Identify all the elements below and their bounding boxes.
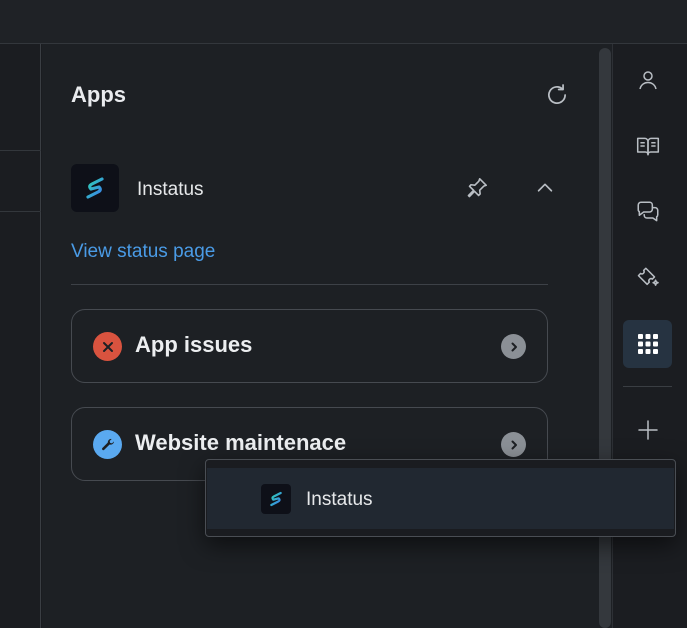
view-status-page-link[interactable]: View status page — [71, 241, 215, 263]
scrollbar-thumb[interactable] — [599, 48, 611, 628]
app-dropdown-menu: Instatus — [205, 459, 676, 537]
chat-icon — [636, 201, 659, 222]
refresh-icon — [548, 84, 566, 104]
menu-item-label: Instatus — [306, 489, 373, 510]
book-icon — [636, 137, 659, 156]
rail-user-button[interactable] — [623, 56, 672, 104]
status-card-label: Website maintenace — [135, 430, 347, 455]
ticket-icon — [637, 267, 659, 286]
rail-chat-button[interactable] — [623, 188, 672, 236]
collapse-button[interactable] — [529, 172, 561, 204]
close-icon — [102, 341, 113, 352]
status-card-app-issues[interactable]: App issues — [71, 309, 548, 383]
top-bar — [0, 0, 687, 44]
left-sidebar-edge — [0, 44, 41, 628]
instatus-logo-icon — [71, 164, 119, 212]
refresh-button[interactable] — [542, 80, 572, 110]
maintenance-status-icon — [93, 430, 122, 459]
wrench-icon — [101, 438, 114, 450]
app-row-instatus[interactable]: Instatus — [71, 164, 561, 212]
section-divider — [71, 284, 548, 285]
error-status-icon — [93, 332, 122, 361]
rail-divider — [623, 386, 672, 387]
right-rail — [612, 44, 687, 628]
rail-add-button[interactable] — [623, 406, 672, 454]
panel-scrollbar[interactable] — [598, 44, 612, 628]
pin-icon — [467, 177, 488, 198]
app-name: Instatus — [137, 179, 204, 200]
status-card-label: App issues — [135, 332, 253, 357]
rail-ticket-button[interactable] — [623, 254, 672, 302]
chevron-up-icon — [537, 183, 553, 192]
left-strip-divider — [0, 211, 41, 212]
rail-apps-button[interactable] — [623, 320, 672, 368]
user-icon — [638, 71, 657, 90]
rail-knowledge-button[interactable] — [623, 122, 672, 170]
apps-panel: Apps Instatus View status page App issue… — [42, 44, 598, 628]
panel-title: Apps — [71, 82, 126, 107]
pin-button[interactable] — [461, 172, 493, 204]
chevron-right-icon — [501, 334, 526, 359]
instatus-logo-icon — [261, 484, 291, 514]
chevron-right-icon — [501, 432, 526, 457]
menu-item-instatus[interactable]: Instatus — [207, 468, 674, 529]
left-strip-divider — [0, 150, 41, 151]
plus-icon — [637, 420, 658, 440]
apps-grid-icon — [637, 334, 658, 354]
